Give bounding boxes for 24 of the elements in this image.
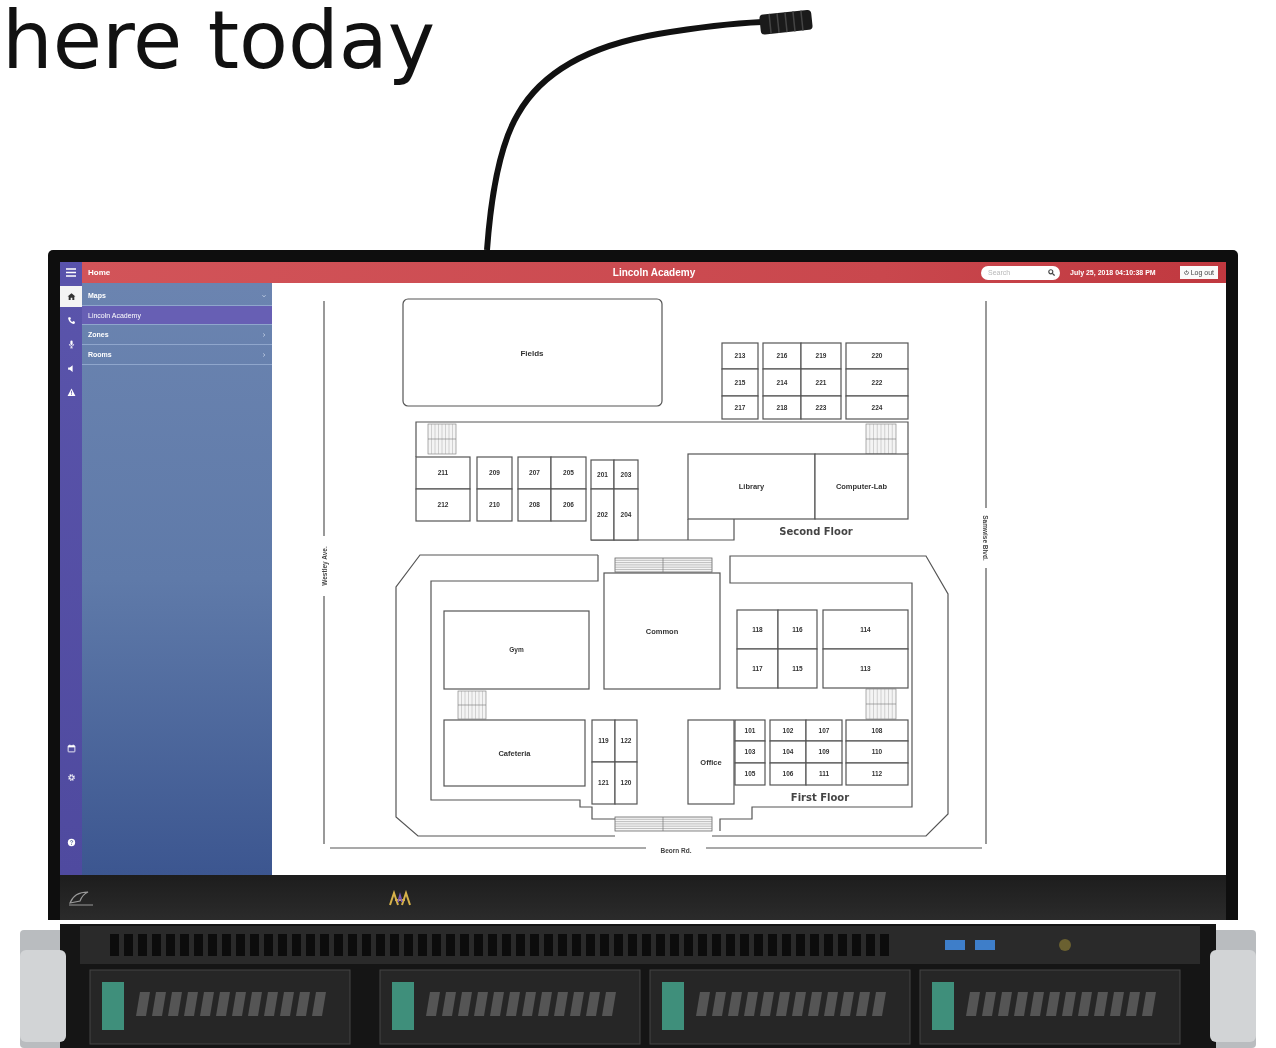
rail-button[interactable] xyxy=(60,286,82,307)
floor-label: First Floor xyxy=(790,792,850,803)
map-area[interactable]: Fields xyxy=(402,298,663,407)
home-link[interactable]: Home xyxy=(88,268,111,277)
staircase-drawing xyxy=(865,423,897,455)
energy-logo-icon xyxy=(68,888,94,907)
settings-icon xyxy=(66,773,76,782)
page-title: Lincoln Academy xyxy=(612,267,696,278)
phone-icon xyxy=(66,316,76,325)
home-icon xyxy=(66,292,76,301)
floor-label: Second Floor xyxy=(779,526,853,537)
speaker-icon xyxy=(66,364,76,373)
search-icon xyxy=(1048,269,1055,276)
calendar-icon xyxy=(66,744,76,753)
staircase-drawing xyxy=(457,690,487,720)
warning-icon xyxy=(66,388,76,397)
staircase-drawing xyxy=(427,423,457,455)
help-icon xyxy=(66,838,76,847)
power-icon xyxy=(1183,270,1189,275)
menu-button[interactable] xyxy=(60,262,82,283)
brand-logo-icon xyxy=(389,889,411,906)
staircase-drawing xyxy=(865,688,897,720)
microphone-icon xyxy=(66,340,76,349)
menu-icon xyxy=(66,268,76,277)
